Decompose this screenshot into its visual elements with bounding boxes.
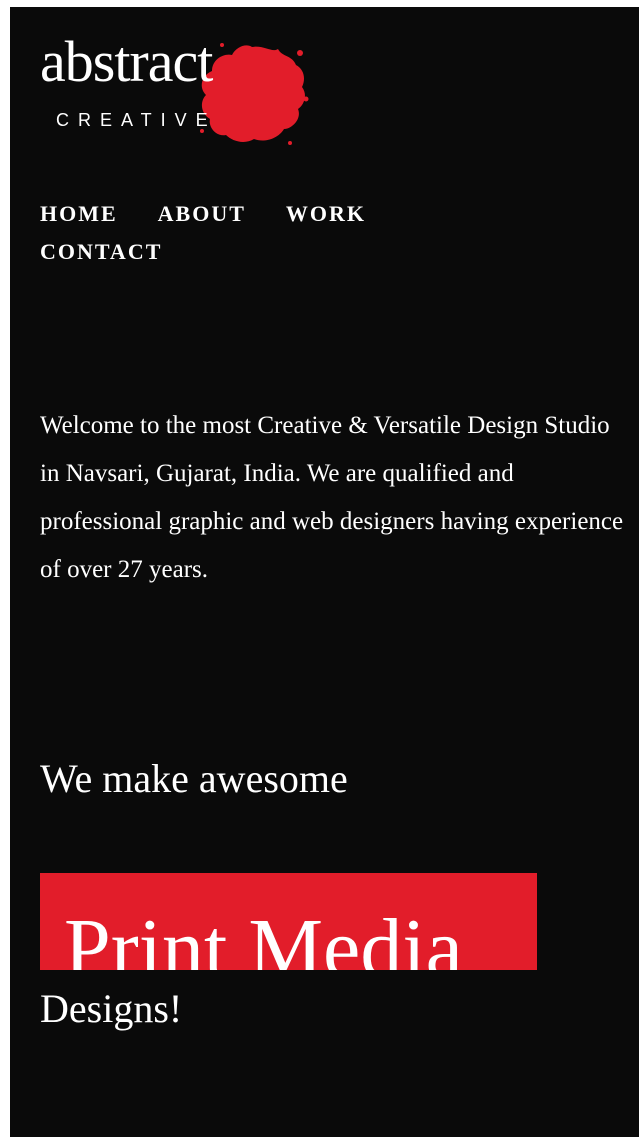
- logo-wordmark: abstract: [40, 29, 213, 94]
- main-nav: HOME ABOUT WORK CONTACT: [40, 195, 480, 271]
- tagline-suffix: Designs!: [40, 986, 183, 1031]
- tagline-highlight-box: Print Media: [40, 873, 537, 970]
- page-viewport: abstract CREATIVE HOME ABOUT WORK CONTACT W…: [10, 7, 639, 1137]
- nav-contact[interactable]: CONTACT: [40, 233, 162, 271]
- nav-work[interactable]: WORK: [286, 195, 366, 233]
- nav-home[interactable]: HOME: [40, 195, 118, 233]
- intro-paragraph: Welcome to the most Creative & Versatile…: [40, 412, 624, 583]
- site-logo[interactable]: abstract CREATIVE: [40, 27, 309, 147]
- tagline-prefix: We make awesome: [40, 756, 348, 801]
- nav-about[interactable]: ABOUT: [158, 195, 246, 233]
- logo-subtitle: CREATIVE: [56, 110, 217, 130]
- tagline-highlight-text: Print Media: [64, 902, 463, 970]
